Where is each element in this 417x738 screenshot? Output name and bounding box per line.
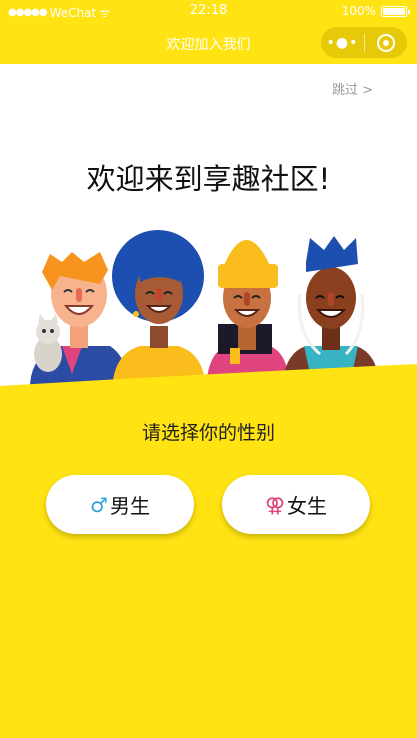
welcome-card: 跳过 > 欢迎来到享趣社区! (0, 64, 417, 394)
mini-program-capsule: •●• (321, 27, 407, 58)
welcome-title: 欢迎来到享趣社区! (86, 162, 331, 196)
status-right: 100% (341, 4, 410, 18)
status-bar: ●●●●● WeChat ᯤ 22:18 100% (0, 0, 417, 22)
skip-link[interactable]: 跳过 > (332, 79, 373, 98)
male-icon: ♂ (90, 492, 108, 517)
nav-bar: 欢迎加入我们 •●• (0, 22, 417, 64)
cat-figure (34, 314, 62, 372)
battery-percent: 100% (341, 4, 376, 18)
more-icon[interactable]: •●• (321, 35, 364, 51)
female-icon: ⚢ (264, 492, 286, 517)
battery-icon (381, 5, 410, 17)
male-button[interactable]: ♂ 男生 (46, 475, 194, 534)
close-circle-icon (377, 33, 395, 52)
female-button[interactable]: ⚢ 女生 (222, 475, 370, 534)
female-label: 女生 (287, 494, 328, 518)
people-illustration (0, 230, 417, 394)
male-label: 男生 (109, 494, 150, 518)
gender-prompt: 请选择你的性别 (141, 422, 275, 444)
person-blue-afro (112, 230, 206, 394)
close-button[interactable] (365, 33, 407, 52)
